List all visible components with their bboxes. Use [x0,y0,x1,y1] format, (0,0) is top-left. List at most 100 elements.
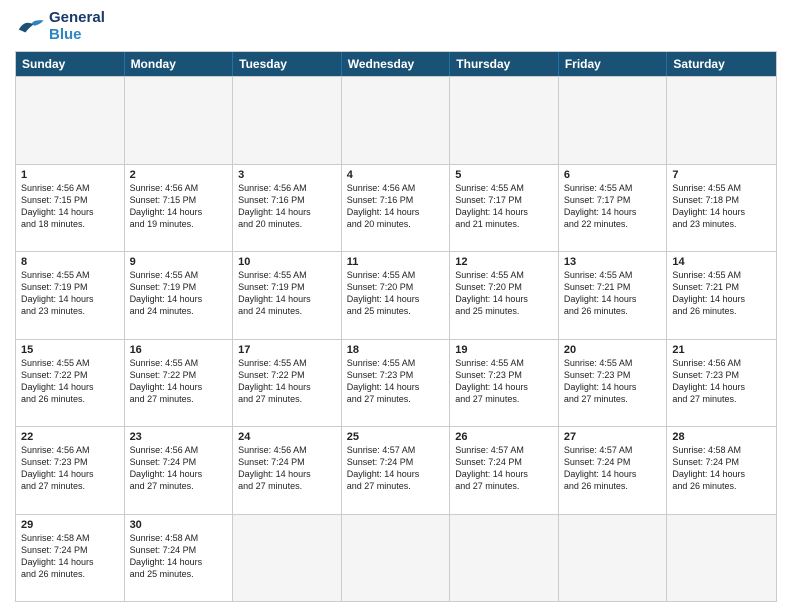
calendar-cell: 24Sunrise: 4:56 AMSunset: 7:24 PMDayligh… [233,427,342,514]
day-of-week-friday: Friday [559,52,668,76]
calendar-cell: 14Sunrise: 4:55 AMSunset: 7:21 PMDayligh… [667,252,776,339]
logo-text: General Blue [49,10,105,43]
calendar-cell: 20Sunrise: 4:55 AMSunset: 7:23 PMDayligh… [559,340,668,427]
day-number: 25 [347,431,445,443]
calendar-cell: 25Sunrise: 4:57 AMSunset: 7:24 PMDayligh… [342,427,451,514]
day-number: 28 [672,431,771,443]
header: General Blue [15,10,777,43]
day-number: 6 [564,169,662,181]
day-number: 4 [347,169,445,181]
day-of-week-saturday: Saturday [667,52,776,76]
day-number: 2 [130,169,228,181]
cell-info: Sunrise: 4:56 AMSunset: 7:15 PMDaylight:… [130,182,228,231]
cell-info: Sunrise: 4:55 AMSunset: 7:20 PMDaylight:… [455,269,553,318]
day-number: 10 [238,256,336,268]
cell-info: Sunrise: 4:57 AMSunset: 7:24 PMDaylight:… [564,444,662,493]
day-number: 7 [672,169,771,181]
logo: General Blue [15,10,105,43]
calendar-cell: 15Sunrise: 4:55 AMSunset: 7:22 PMDayligh… [16,340,125,427]
cell-info: Sunrise: 4:55 AMSunset: 7:22 PMDaylight:… [130,357,228,406]
calendar-cell: 29Sunrise: 4:58 AMSunset: 7:24 PMDayligh… [16,515,125,602]
cell-info: Sunrise: 4:58 AMSunset: 7:24 PMDaylight:… [130,532,228,581]
calendar-cell [16,77,125,164]
day-number: 14 [672,256,771,268]
cell-info: Sunrise: 4:56 AMSunset: 7:23 PMDaylight:… [672,357,771,406]
calendar-cell: 3Sunrise: 4:56 AMSunset: 7:16 PMDaylight… [233,165,342,252]
day-number: 29 [21,519,119,531]
cell-info: Sunrise: 4:58 AMSunset: 7:24 PMDaylight:… [21,532,119,581]
day-of-week-wednesday: Wednesday [342,52,451,76]
calendar-cell [342,515,451,602]
calendar-cell [125,77,234,164]
cell-info: Sunrise: 4:55 AMSunset: 7:21 PMDaylight:… [672,269,771,318]
day-number: 23 [130,431,228,443]
calendar-cell [342,77,451,164]
day-number: 30 [130,519,228,531]
page: General Blue SundayMondayTuesdayWednesda… [0,0,792,612]
day-number: 22 [21,431,119,443]
day-number: 24 [238,431,336,443]
calendar-cell: 17Sunrise: 4:55 AMSunset: 7:22 PMDayligh… [233,340,342,427]
calendar-cell [559,515,668,602]
cell-info: Sunrise: 4:55 AMSunset: 7:19 PMDaylight:… [130,269,228,318]
calendar-cell: 22Sunrise: 4:56 AMSunset: 7:23 PMDayligh… [16,427,125,514]
cell-info: Sunrise: 4:56 AMSunset: 7:15 PMDaylight:… [21,182,119,231]
cell-info: Sunrise: 4:55 AMSunset: 7:23 PMDaylight:… [564,357,662,406]
cell-info: Sunrise: 4:55 AMSunset: 7:23 PMDaylight:… [347,357,445,406]
calendar-cell: 30Sunrise: 4:58 AMSunset: 7:24 PMDayligh… [125,515,234,602]
calendar-row-2: 8Sunrise: 4:55 AMSunset: 7:19 PMDaylight… [16,251,776,339]
calendar-header: SundayMondayTuesdayWednesdayThursdayFrid… [16,52,776,76]
calendar-cell [233,77,342,164]
day-number: 17 [238,344,336,356]
day-number: 18 [347,344,445,356]
cell-info: Sunrise: 4:55 AMSunset: 7:19 PMDaylight:… [238,269,336,318]
day-number: 26 [455,431,553,443]
calendar-cell [667,515,776,602]
cell-info: Sunrise: 4:55 AMSunset: 7:18 PMDaylight:… [672,182,771,231]
calendar-row-3: 15Sunrise: 4:55 AMSunset: 7:22 PMDayligh… [16,339,776,427]
calendar-row-1: 1Sunrise: 4:56 AMSunset: 7:15 PMDaylight… [16,164,776,252]
cell-info: Sunrise: 4:55 AMSunset: 7:17 PMDaylight:… [455,182,553,231]
calendar-cell [667,77,776,164]
cell-info: Sunrise: 4:57 AMSunset: 7:24 PMDaylight:… [455,444,553,493]
cell-info: Sunrise: 4:55 AMSunset: 7:19 PMDaylight:… [21,269,119,318]
calendar-cell: 18Sunrise: 4:55 AMSunset: 7:23 PMDayligh… [342,340,451,427]
cell-info: Sunrise: 4:56 AMSunset: 7:23 PMDaylight:… [21,444,119,493]
calendar-cell: 23Sunrise: 4:56 AMSunset: 7:24 PMDayligh… [125,427,234,514]
day-of-week-tuesday: Tuesday [233,52,342,76]
calendar-cell: 11Sunrise: 4:55 AMSunset: 7:20 PMDayligh… [342,252,451,339]
calendar-cell: 27Sunrise: 4:57 AMSunset: 7:24 PMDayligh… [559,427,668,514]
calendar-cell: 13Sunrise: 4:55 AMSunset: 7:21 PMDayligh… [559,252,668,339]
calendar-cell [450,77,559,164]
day-number: 8 [21,256,119,268]
cell-info: Sunrise: 4:55 AMSunset: 7:23 PMDaylight:… [455,357,553,406]
calendar-cell: 1Sunrise: 4:56 AMSunset: 7:15 PMDaylight… [16,165,125,252]
day-number: 1 [21,169,119,181]
day-number: 20 [564,344,662,356]
calendar-cell: 6Sunrise: 4:55 AMSunset: 7:17 PMDaylight… [559,165,668,252]
day-of-week-thursday: Thursday [450,52,559,76]
calendar-row-4: 22Sunrise: 4:56 AMSunset: 7:23 PMDayligh… [16,426,776,514]
day-number: 16 [130,344,228,356]
calendar-cell: 7Sunrise: 4:55 AMSunset: 7:18 PMDaylight… [667,165,776,252]
calendar-cell: 4Sunrise: 4:56 AMSunset: 7:16 PMDaylight… [342,165,451,252]
calendar-cell [233,515,342,602]
calendar-cell: 12Sunrise: 4:55 AMSunset: 7:20 PMDayligh… [450,252,559,339]
calendar-row-5: 29Sunrise: 4:58 AMSunset: 7:24 PMDayligh… [16,514,776,602]
calendar-cell: 10Sunrise: 4:55 AMSunset: 7:19 PMDayligh… [233,252,342,339]
calendar-cell: 28Sunrise: 4:58 AMSunset: 7:24 PMDayligh… [667,427,776,514]
day-number: 27 [564,431,662,443]
cell-info: Sunrise: 4:57 AMSunset: 7:24 PMDaylight:… [347,444,445,493]
day-number: 21 [672,344,771,356]
calendar-cell [559,77,668,164]
cell-info: Sunrise: 4:56 AMSunset: 7:16 PMDaylight:… [347,182,445,231]
day-number: 12 [455,256,553,268]
cell-info: Sunrise: 4:56 AMSunset: 7:24 PMDaylight:… [238,444,336,493]
day-of-week-monday: Monday [125,52,234,76]
calendar: SundayMondayTuesdayWednesdayThursdayFrid… [15,51,777,602]
cell-info: Sunrise: 4:55 AMSunset: 7:22 PMDaylight:… [238,357,336,406]
day-number: 19 [455,344,553,356]
logo-icon [15,14,45,39]
cell-info: Sunrise: 4:55 AMSunset: 7:20 PMDaylight:… [347,269,445,318]
calendar-cell: 5Sunrise: 4:55 AMSunset: 7:17 PMDaylight… [450,165,559,252]
